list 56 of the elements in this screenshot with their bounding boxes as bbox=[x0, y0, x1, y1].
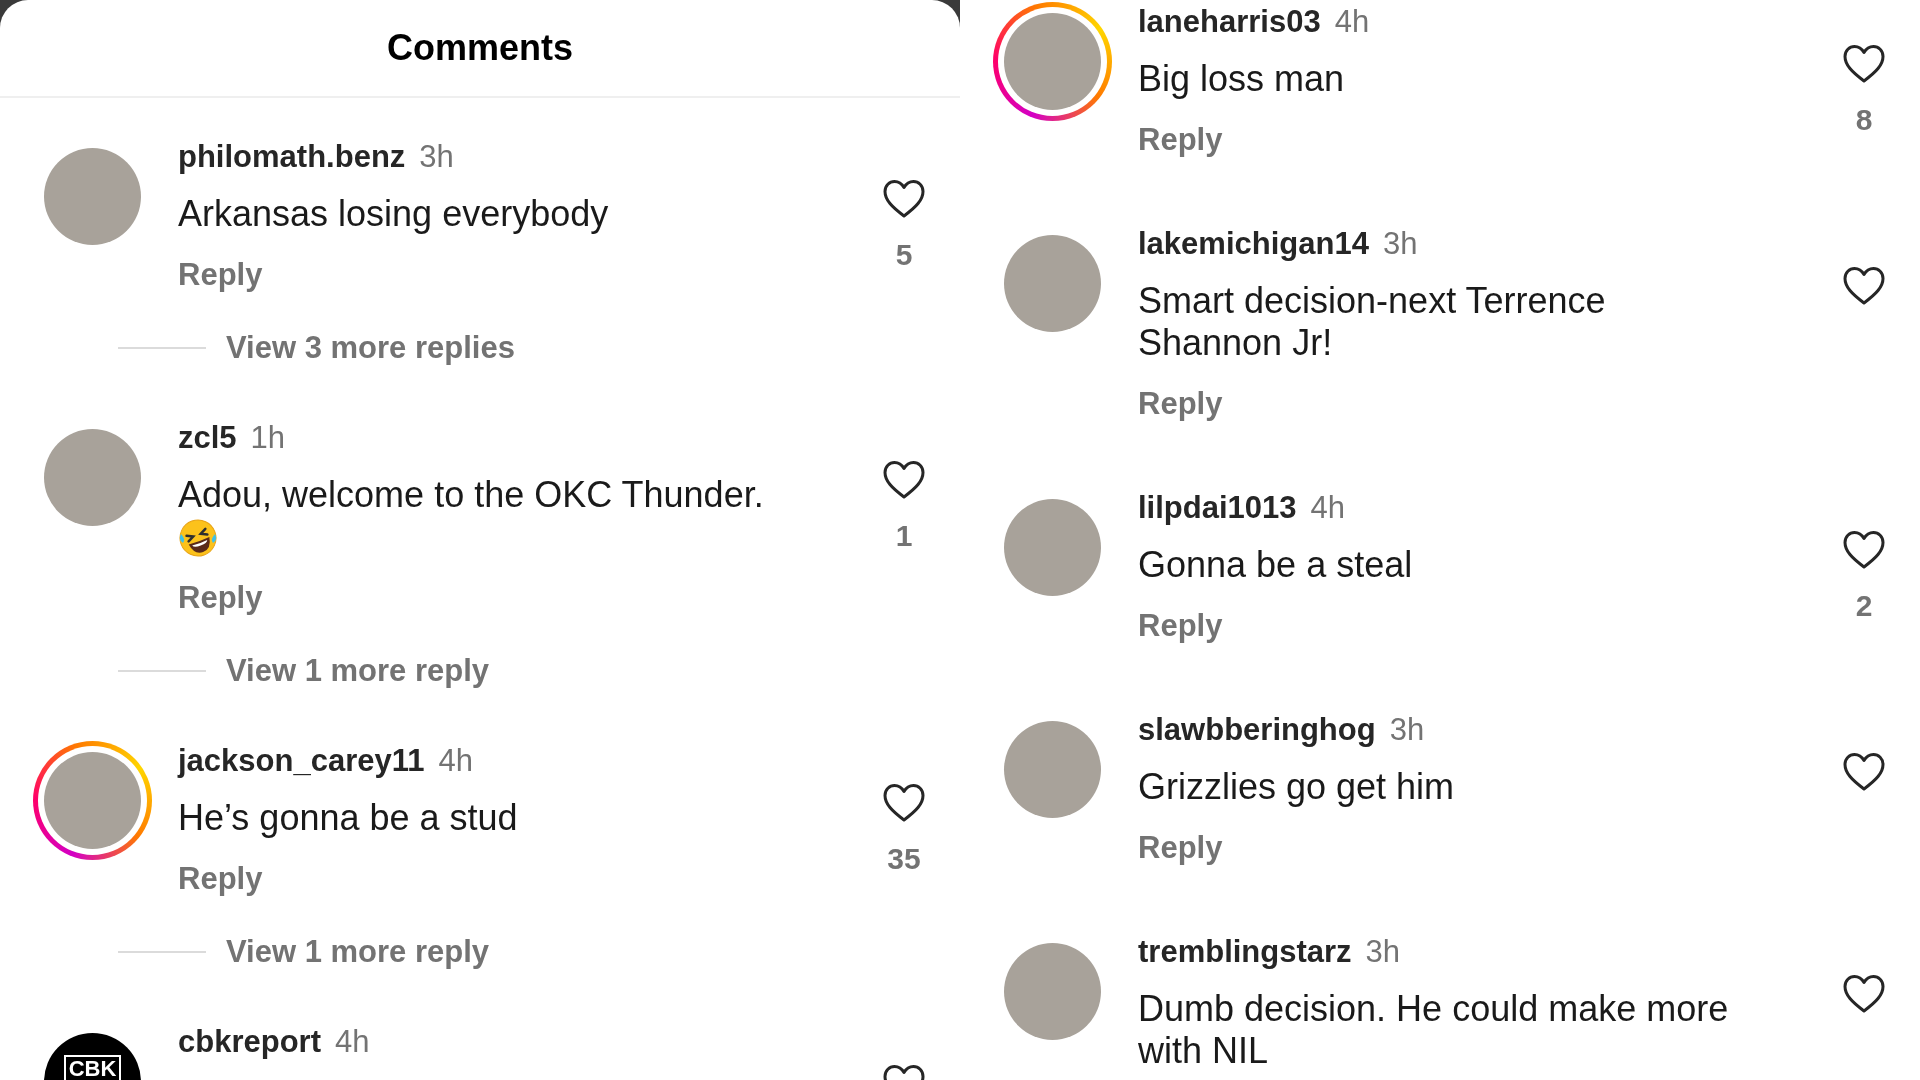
heart-icon[interactable] bbox=[883, 179, 925, 219]
reply-link[interactable]: Reply bbox=[1138, 826, 1223, 870]
timestamp: 3h bbox=[1365, 933, 1401, 971]
timestamp: 3h bbox=[419, 138, 454, 176]
view-replies-link[interactable]: View 1 more reply bbox=[226, 934, 490, 970]
heart-icon[interactable] bbox=[1843, 44, 1885, 84]
reply-link[interactable]: Reply bbox=[1138, 118, 1223, 162]
username[interactable]: philomath.benz bbox=[178, 135, 406, 179]
like-count: 1 bbox=[895, 518, 913, 554]
heart-icon[interactable] bbox=[1843, 530, 1885, 570]
comment-text: Adou, welcome to the OKC Thunder. bbox=[178, 474, 765, 516]
logo-text: CBK bbox=[63, 1055, 122, 1080]
heart-icon[interactable] bbox=[1843, 752, 1885, 792]
comment-text: with NIL bbox=[1138, 1030, 1270, 1072]
timestamp: 4h bbox=[1310, 489, 1345, 527]
comment-text: Gonna be a steal bbox=[1138, 544, 1414, 586]
comment-text: Dumb decision. He could make more bbox=[1138, 988, 1730, 1030]
username[interactable]: jackson_carey11 bbox=[178, 739, 425, 783]
heart-icon[interactable] bbox=[1843, 974, 1885, 1014]
comment-text: Big loss man bbox=[1138, 58, 1346, 100]
username[interactable]: lakemichigan14 bbox=[1138, 222, 1369, 266]
avatar-photo[interactable] bbox=[1004, 13, 1101, 110]
comment-text: He’s gonna be a stud bbox=[178, 797, 519, 839]
timestamp: 3h bbox=[1382, 225, 1418, 263]
timestamp: 4h bbox=[438, 742, 473, 780]
like-count: 8 bbox=[1855, 102, 1873, 138]
heart-icon[interactable] bbox=[883, 460, 925, 500]
reply-link[interactable]: Reply bbox=[178, 576, 263, 620]
timestamp: 3h bbox=[1389, 711, 1425, 749]
username[interactable]: tremblingstarz bbox=[1138, 930, 1352, 974]
timestamp: 1h bbox=[250, 419, 286, 457]
avatar-logo[interactable]: CBK bbox=[44, 1033, 141, 1080]
sheet-title: Comments bbox=[387, 27, 573, 69]
timestamp: 4h bbox=[335, 1023, 370, 1061]
reply-link[interactable]: Reply bbox=[1138, 604, 1223, 648]
avatar-photo[interactable] bbox=[44, 752, 141, 849]
like-count: 35 bbox=[887, 841, 921, 877]
username[interactable]: lilpdai1013 bbox=[1138, 486, 1297, 530]
username[interactable]: cbkreport bbox=[178, 1020, 321, 1064]
like-count: 2 bbox=[1855, 588, 1873, 624]
heart-icon[interactable] bbox=[883, 783, 925, 823]
username[interactable]: zcl5 bbox=[178, 416, 237, 460]
timestamp: 4h bbox=[1334, 3, 1370, 41]
comment-text: Shannon Jr! bbox=[1138, 322, 1334, 364]
comment-text: Smart decision-next Terrence bbox=[1138, 280, 1607, 322]
comment-text: Grizzlies go get him bbox=[1138, 766, 1456, 808]
heart-icon[interactable] bbox=[1843, 266, 1885, 306]
reply-link[interactable]: Reply bbox=[178, 253, 263, 297]
reply-link[interactable]: Reply bbox=[178, 857, 263, 901]
comment-text: Arkansas losing everybody bbox=[178, 193, 610, 235]
like-count: 5 bbox=[895, 237, 913, 273]
username[interactable]: laneharris03 bbox=[1138, 0, 1321, 44]
reply-link[interactable]: Reply bbox=[1138, 382, 1223, 426]
username[interactable]: slawbberinghog bbox=[1138, 708, 1376, 752]
view-replies-link[interactable]: View 3 more replies bbox=[226, 330, 515, 366]
view-replies-link[interactable]: View 1 more reply bbox=[226, 653, 490, 689]
